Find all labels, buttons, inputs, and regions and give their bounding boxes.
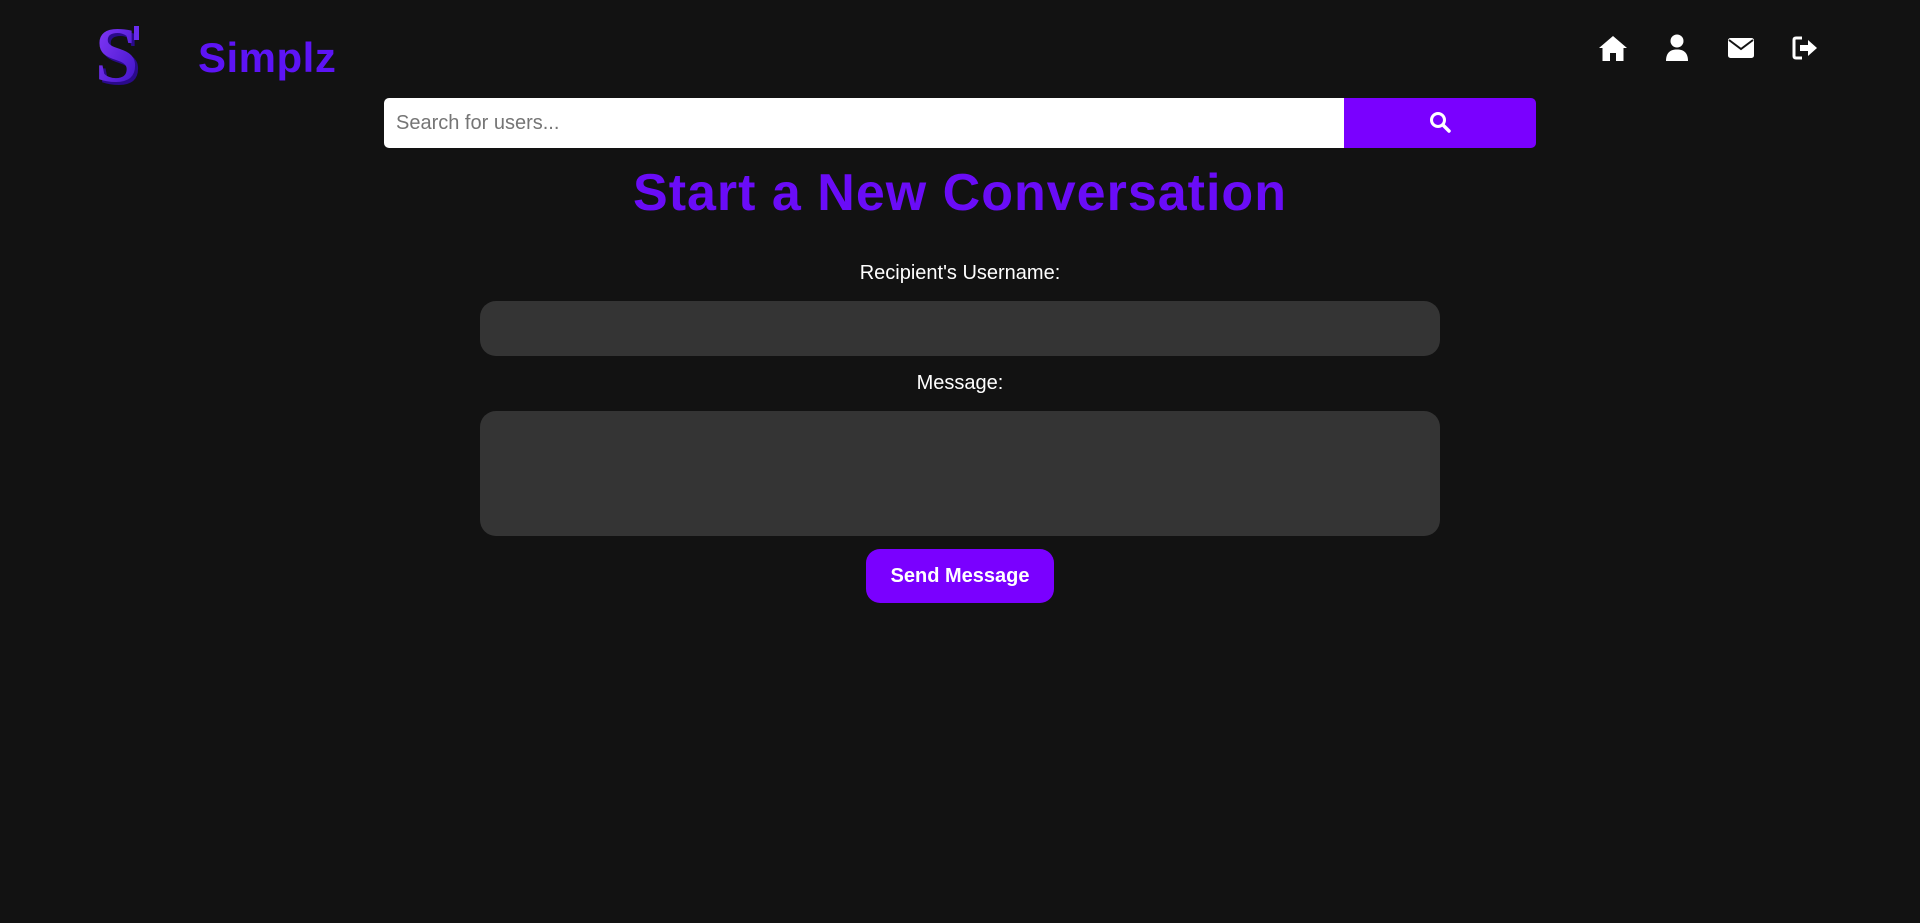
envelope-icon[interactable]: [1726, 30, 1756, 66]
brand-name[interactable]: Simplz: [198, 34, 336, 82]
message-label: Message:: [916, 372, 1004, 394]
header: S S Simplz: [0, 0, 1920, 101]
search-input[interactable]: [384, 98, 1344, 148]
search-button[interactable]: [1344, 98, 1536, 148]
home-icon[interactable]: [1598, 30, 1628, 66]
page-title: Start a New Conversation: [633, 164, 1287, 222]
send-message-button[interactable]: Send Message: [866, 549, 1054, 603]
search-bar: [384, 98, 1536, 148]
s-logo-icon[interactable]: S S: [95, 11, 148, 101]
svg-text:S: S: [96, 22, 138, 92]
nav-bar: [1598, 30, 1820, 66]
recipient-label: Recipient's Username:: [859, 262, 1061, 284]
user-icon[interactable]: [1662, 30, 1692, 66]
sign-out-icon[interactable]: [1790, 30, 1820, 66]
message-textarea[interactable]: [480, 411, 1440, 536]
recipient-username-input[interactable]: [480, 301, 1440, 356]
search-icon: [1429, 111, 1451, 136]
